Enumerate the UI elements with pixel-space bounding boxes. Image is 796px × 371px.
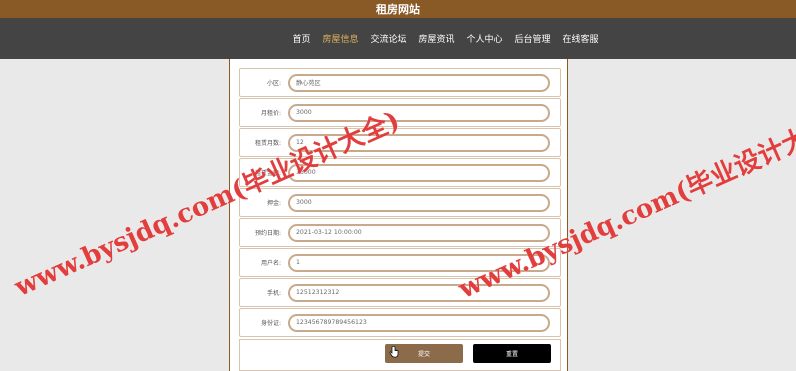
form-row-community: 小区: 静心苑区: [239, 68, 561, 97]
form-row-username: 用户名: 1: [239, 248, 561, 277]
id-card-field[interactable]: 123456789789456123: [288, 313, 550, 332]
form-row-lease-months: 租赁月数: 12: [239, 128, 561, 157]
field-label: 预约日期:: [254, 230, 281, 237]
nav-house-news[interactable]: 房屋资讯: [418, 32, 454, 45]
main-nav: 首页 房屋信息 交流论坛 房屋资讯 个人中心 后台管理 在线客服: [0, 18, 796, 59]
nav-house-info[interactable]: 房屋信息: [322, 32, 358, 45]
field-label: 身份证:: [260, 320, 281, 327]
nav-customer-service[interactable]: 在线客服: [563, 32, 599, 45]
hand-cursor-icon: [389, 346, 399, 358]
form-row-phone: 手机: 12512312312: [239, 278, 561, 307]
reset-button[interactable]: 重置: [473, 344, 551, 363]
form-actions: 提交 重置: [239, 339, 561, 371]
field-label: 租赁金额:: [254, 170, 281, 177]
monthly-rent-field[interactable]: 3000: [288, 103, 550, 122]
field-label: 月租价:: [260, 110, 281, 117]
nav-personal-center[interactable]: 个人中心: [467, 32, 503, 45]
username-field[interactable]: 1: [288, 253, 550, 272]
field-label: 押金:: [266, 200, 281, 207]
lease-months-field[interactable]: 12: [288, 133, 550, 152]
community-field[interactable]: 静心苑区: [288, 73, 550, 92]
form-row-booking-date: 预约日期: 2021-03-12 10:00:00: [239, 218, 561, 247]
form-row-id-card: 身份证: 123456789789456123: [239, 308, 561, 337]
field-label: 租赁月数:: [254, 140, 281, 147]
form-row-rent-amount: 租赁金额: 36000: [239, 158, 561, 187]
field-label: 手机:: [266, 290, 281, 297]
form-row-monthly-rent: 月租价: 3000: [239, 98, 561, 127]
form-row-deposit: 押金: 3000: [239, 188, 561, 217]
booking-date-field[interactable]: 2021-03-12 10:00:00: [288, 223, 550, 242]
field-label: 小区:: [266, 80, 281, 87]
nav-forum[interactable]: 交流论坛: [370, 32, 406, 45]
nav-admin[interactable]: 后台管理: [515, 32, 551, 45]
field-label: 用户名:: [260, 260, 281, 267]
deposit-field[interactable]: 3000: [288, 193, 550, 212]
site-title: 租房网站: [0, 0, 796, 18]
booking-form: 小区: 静心苑区 月租价: 3000 租赁月数: 12 租赁金额: 36000 …: [229, 59, 568, 371]
nav-home[interactable]: 首页: [292, 32, 310, 45]
rent-amount-field[interactable]: 36000: [288, 163, 550, 182]
phone-field[interactable]: 12512312312: [288, 283, 550, 302]
